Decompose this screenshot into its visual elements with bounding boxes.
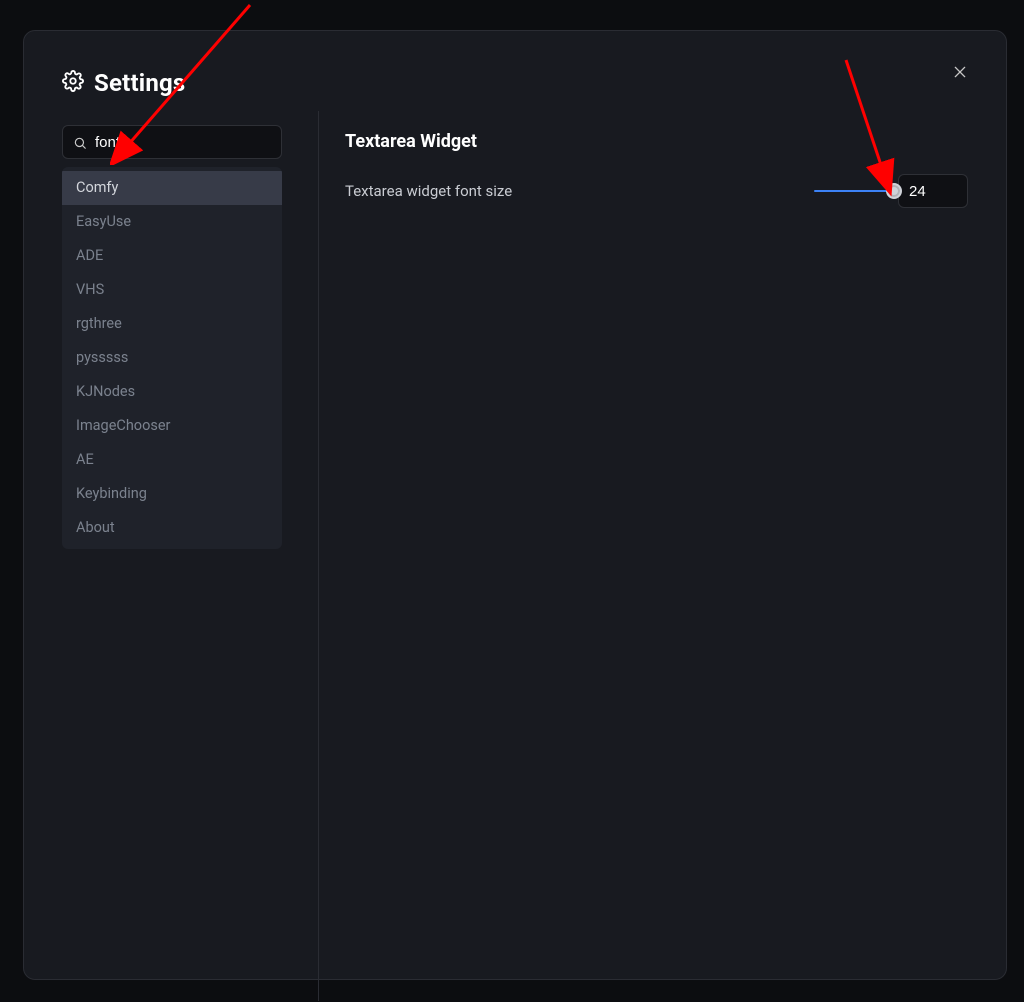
modal-header: Settings: [62, 69, 968, 97]
title-wrap: Settings: [62, 69, 185, 97]
sidebar-item-easyuse[interactable]: EasyUse: [62, 205, 282, 239]
sidebar-item-pysssss[interactable]: pysssss: [62, 341, 282, 375]
sidebar-item-label: AE: [76, 451, 94, 468]
sidebar-item-label: pysssss: [76, 349, 128, 366]
sidebar-item-rgthree[interactable]: rgthree: [62, 307, 282, 341]
setting-row-font-size: Textarea widget font size: [345, 174, 968, 208]
sidebar-item-label: KJNodes: [76, 383, 135, 400]
font-size-input[interactable]: [898, 174, 968, 208]
sidebar-item-ade[interactable]: ADE: [62, 239, 282, 273]
search-input[interactable]: [63, 126, 281, 158]
sidebar-item-label: ADE: [76, 247, 103, 264]
sidebar-item-label: rgthree: [76, 315, 122, 332]
modal-body: Comfy EasyUse ADE VHS rgthree pysssss KJ…: [62, 125, 968, 935]
sidebar-item-imagechooser[interactable]: ImageChooser: [62, 409, 282, 443]
sidebar-item-about[interactable]: About: [62, 511, 282, 545]
page-title: Settings: [94, 69, 185, 97]
category-list: Comfy EasyUse ADE VHS rgthree pysssss KJ…: [62, 167, 282, 549]
settings-modal: Settings Comf: [23, 30, 1007, 980]
sidebar-item-label: About: [76, 519, 115, 536]
sidebar-item-vhs[interactable]: VHS: [62, 273, 282, 307]
sidebar-item-kjnodes[interactable]: KJNodes: [62, 375, 282, 409]
close-button[interactable]: [946, 60, 974, 88]
sidebar-item-keybinding[interactable]: Keybinding: [62, 477, 282, 511]
sidebar-item-label: Comfy: [76, 179, 118, 196]
sidebar-item-label: VHS: [76, 281, 104, 298]
sidebar-item-comfy[interactable]: Comfy: [62, 171, 282, 205]
sidebar-item-label: ImageChooser: [76, 417, 170, 434]
sidebar-item-label: Keybinding: [76, 485, 147, 502]
slider-knob[interactable]: [886, 183, 902, 199]
sidebar-item-ae[interactable]: AE: [62, 443, 282, 477]
close-icon: [952, 64, 968, 84]
setting-label: Textarea widget font size: [345, 182, 512, 200]
vertical-divider: [318, 111, 319, 1001]
sidebar-item-label: EasyUse: [76, 213, 131, 230]
search-wrap: [62, 125, 282, 159]
sidebar: Comfy EasyUse ADE VHS rgthree pysssss KJ…: [62, 125, 294, 935]
font-size-slider[interactable]: [814, 183, 900, 199]
gear-icon: [62, 70, 84, 96]
section-title: Textarea Widget: [345, 131, 968, 152]
slider-group: [814, 174, 968, 208]
content-pane: Textarea Widget Textarea widget font siz…: [345, 125, 968, 935]
